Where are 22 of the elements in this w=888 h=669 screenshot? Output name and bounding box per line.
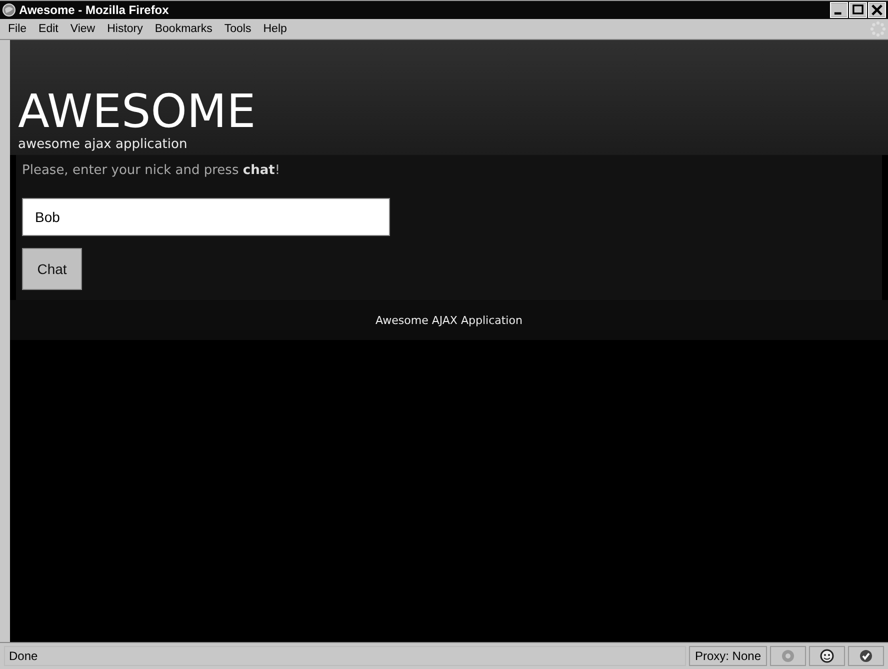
menu-item[interactable]: Help xyxy=(261,23,289,35)
maximize-icon[interactable] xyxy=(849,2,867,18)
window-title: Awesome - Mozilla Firefox xyxy=(19,3,169,17)
menu-item[interactable]: File xyxy=(6,23,29,35)
smiley-icon[interactable] xyxy=(820,649,834,663)
proxy-status[interactable]: Proxy: None xyxy=(688,646,767,666)
close-icon[interactable] xyxy=(868,2,886,18)
prompt-text: Please, enter your nick and press chat! xyxy=(22,163,280,178)
chat-button[interactable]: Chat xyxy=(22,248,82,290)
logo: AWESOME xyxy=(18,85,257,137)
nick-field[interactable]: Bob xyxy=(22,198,390,236)
menu-item[interactable]: View xyxy=(68,23,98,35)
minimize-icon[interactable] xyxy=(830,2,848,18)
check-icon[interactable] xyxy=(859,649,873,663)
menu-item[interactable]: Tools xyxy=(222,23,254,35)
menu-item[interactable]: Bookmarks xyxy=(152,23,214,35)
globe-icon xyxy=(2,3,16,17)
tagline: awesome ajax application xyxy=(18,137,188,154)
menu-item[interactable]: Edit xyxy=(36,23,60,35)
footer-text: Awesome AJAX Application xyxy=(376,314,522,326)
status-text: Done xyxy=(4,646,686,666)
menu-item[interactable]: History xyxy=(105,23,145,35)
